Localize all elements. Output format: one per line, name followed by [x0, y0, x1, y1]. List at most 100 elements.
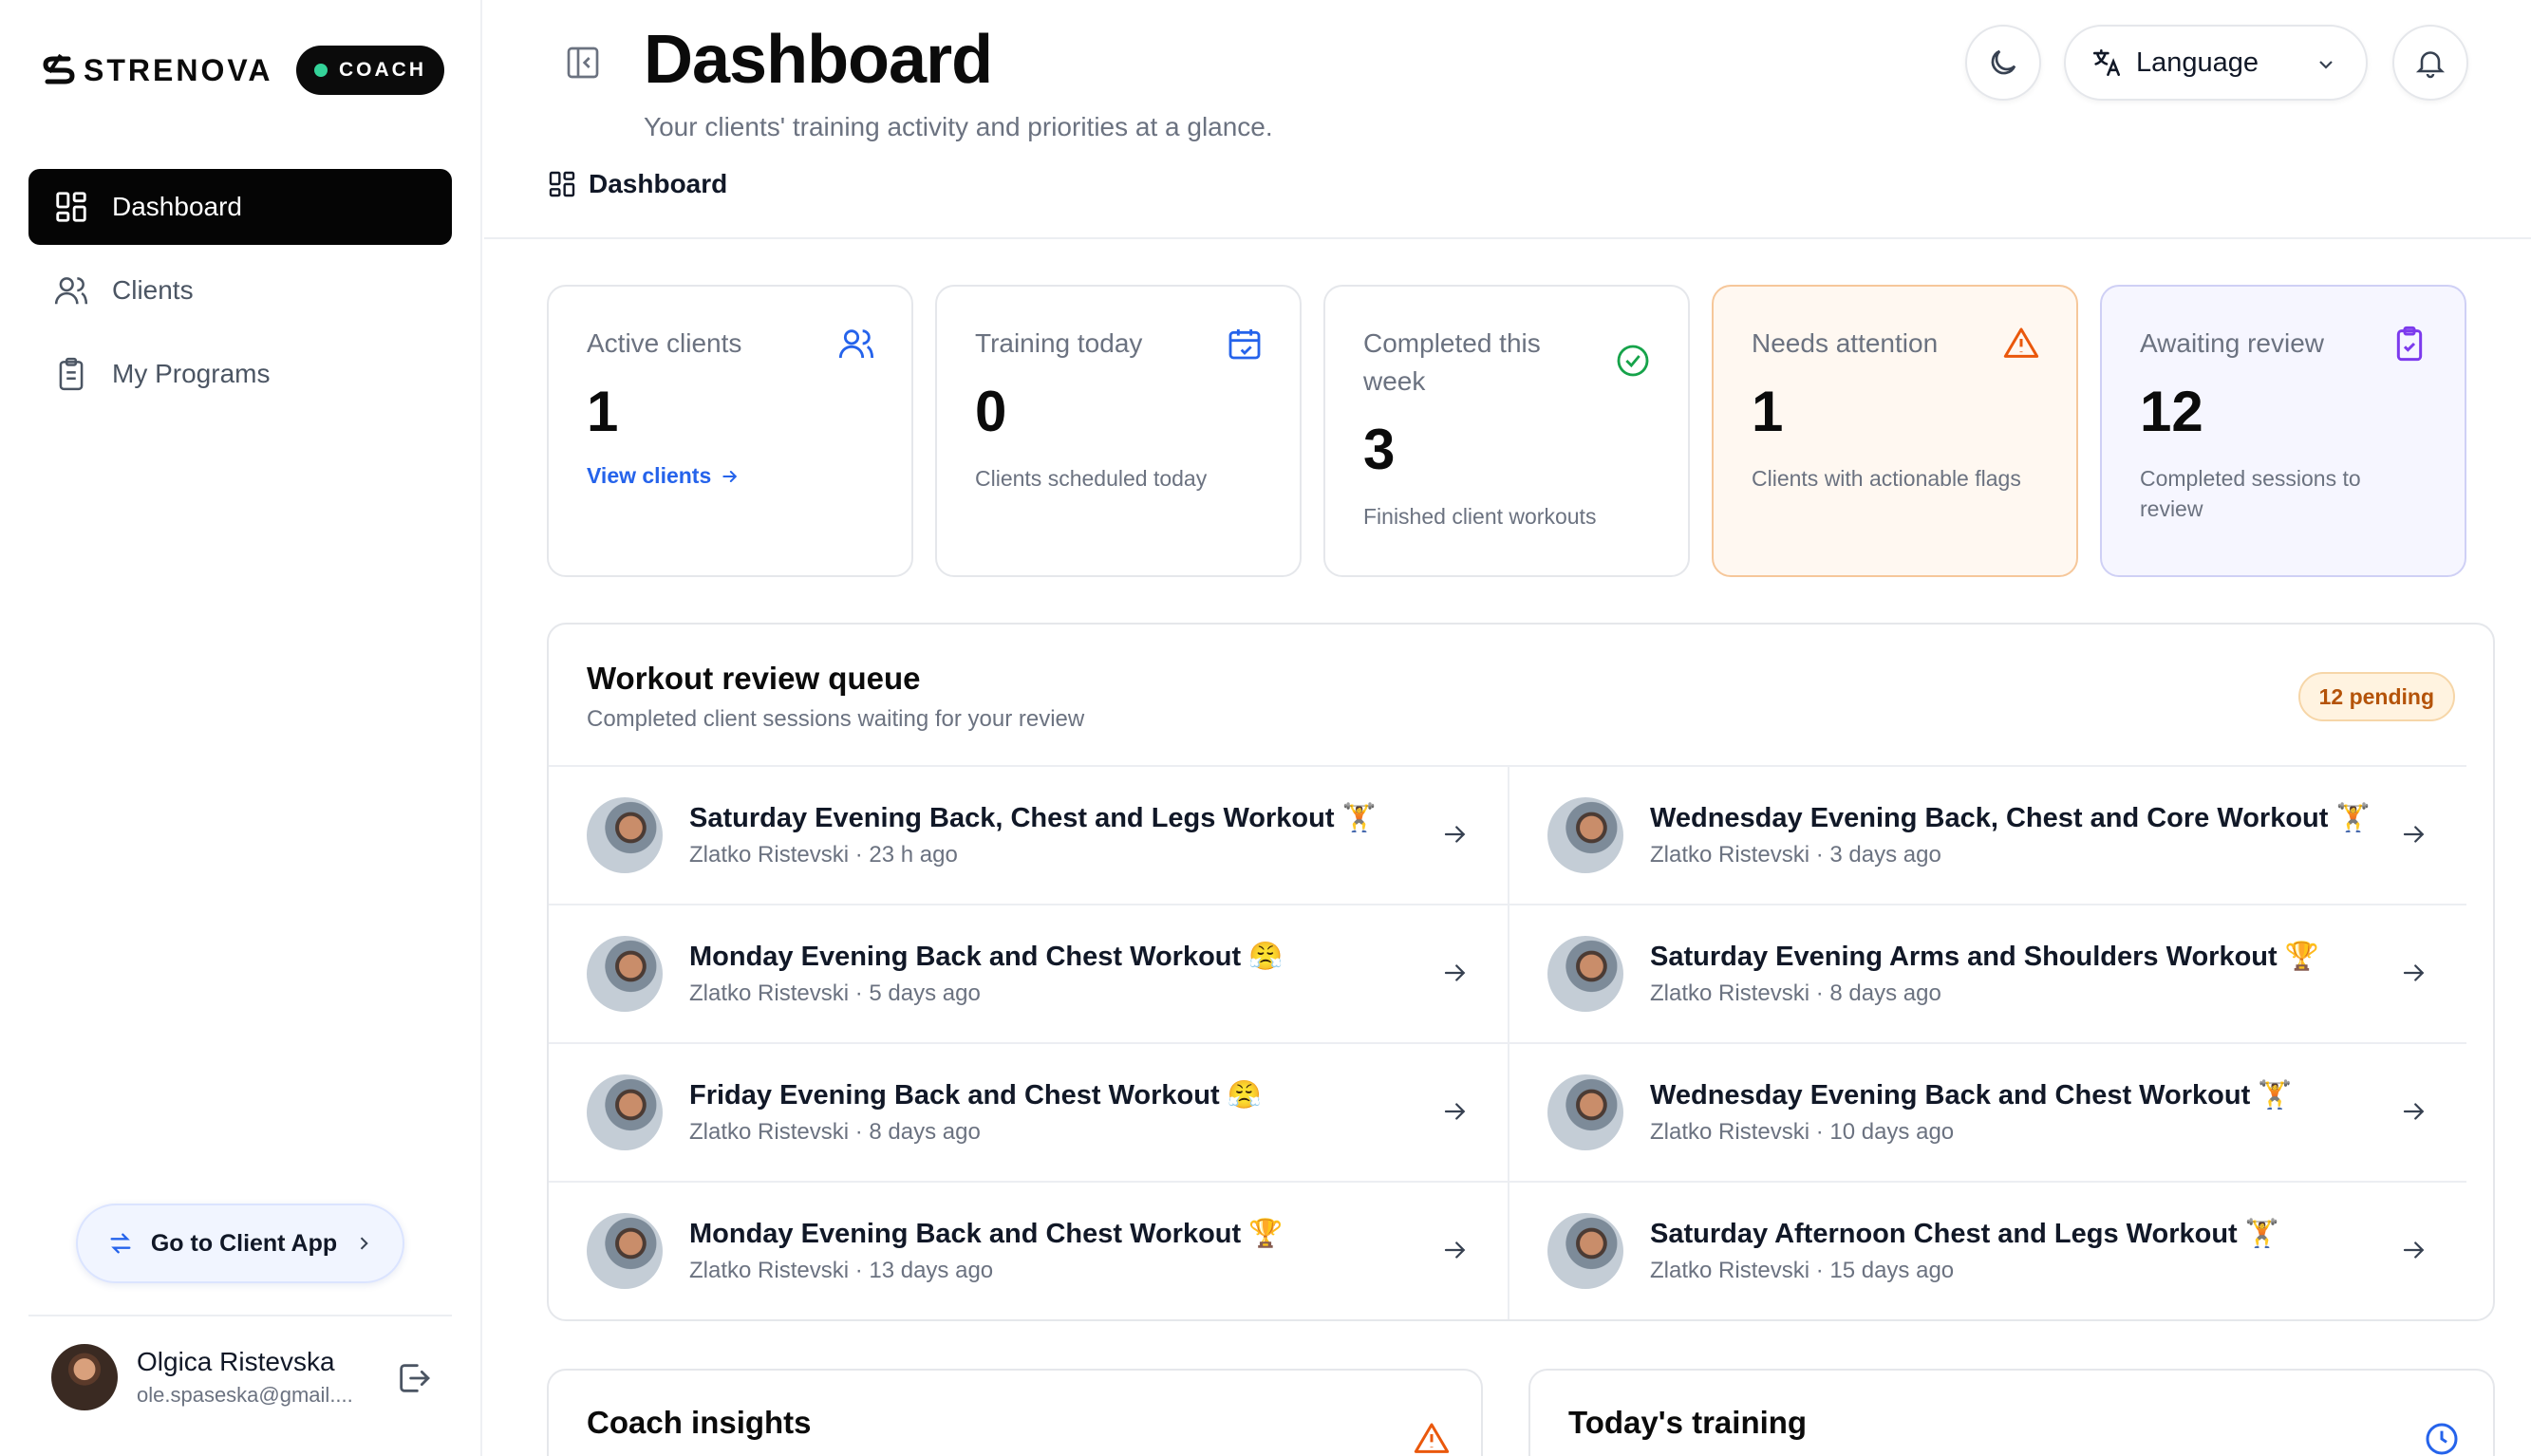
sidebar-item-label: Clients [112, 275, 194, 305]
queue-item[interactable]: Saturday Afternoon Chest and Legs Workou… [1508, 1181, 2466, 1319]
queue-title: Workout review queue [587, 661, 921, 696]
avatar [1547, 1074, 1623, 1150]
status-dot [314, 64, 328, 77]
bell-icon [2415, 51, 2446, 79]
stat-card-completed-this-week: Completed this week 3 Finished client wo… [1323, 285, 1690, 577]
queue-item-time: 8 days ago [869, 1119, 981, 1145]
logout-icon[interactable] [395, 1359, 433, 1397]
queue-item-time: 10 days ago [1829, 1119, 1955, 1145]
queue-item-meta: Zlatko Ristevski · 10 days ago [1650, 1119, 1955, 1145]
queue-item[interactable]: Monday Evening Back and Chest Workout 🏆 … [549, 1181, 1508, 1319]
brand[interactable]: STRENOVA [40, 46, 272, 95]
theme-toggle-button[interactable] [1965, 25, 2041, 101]
avatar [1547, 936, 1623, 1012]
sidebar-item-dashboard[interactable]: Dashboard [28, 169, 452, 245]
user-name: Olgica Ristevska [137, 1347, 335, 1376]
moon-icon [1991, 49, 2016, 75]
view-clients-link[interactable]: View clients [587, 463, 873, 489]
stat-card-needs-attention: Needs attention 1 Clients with actionabl… [1712, 285, 2078, 577]
arrow-right-icon [2403, 826, 2425, 843]
arrow-right-icon [2403, 1103, 2425, 1120]
language-label: Language [2136, 47, 2259, 78]
queue-item-time: 5 days ago [869, 980, 981, 1006]
stat-label: Awaiting review [2140, 328, 2325, 358]
stat-value: 1 [1752, 380, 1784, 443]
check-circle-icon [1617, 345, 1649, 377]
strenova-logo-icon [43, 53, 75, 84]
clipboard-icon [59, 357, 84, 391]
queue-item-time: 23 h ago [869, 842, 958, 868]
queue-item-meta: Zlatko Ristevski · 3 days ago [1650, 842, 1941, 868]
grid-icon [56, 192, 86, 222]
queue-item[interactable]: Wednesday Evening Back, Chest and Core W… [1508, 765, 2466, 904]
sidebar-toggle-icon[interactable] [564, 44, 602, 82]
todays-training-title: Today's training [1568, 1405, 1808, 1440]
queue-item-meta: Zlatko Ristevski · 8 days ago [689, 1119, 981, 1145]
queue-item-client: Zlatko Ristevski [689, 1258, 850, 1283]
coach-badge: COACH [296, 46, 444, 95]
breadcrumb-label: Dashboard [589, 169, 728, 198]
stat-label: Training today [975, 328, 1143, 358]
sidebar: STRENOVA COACH Dashboard Clients My Prog… [0, 0, 482, 1456]
page-title: Dashboard [644, 22, 993, 98]
breadcrumb[interactable]: Dashboard [547, 169, 727, 199]
avatar [587, 1213, 663, 1289]
queue-item-time: 3 days ago [1829, 842, 1941, 868]
language-select[interactable]: Language [2064, 25, 2368, 101]
sidebar-item-label: Dashboard [112, 192, 242, 221]
queue-item-time: 15 days ago [1829, 1258, 1955, 1283]
brand-name: STRENOVA [84, 52, 273, 87]
sidebar-item-label: My Programs [112, 359, 271, 388]
queue-item-title: Saturday Evening Back, Chest and Legs Wo… [689, 803, 1377, 833]
stat-note: Completed sessions to review [2140, 466, 2361, 521]
queue-item-client: Zlatko Ristevski [689, 1119, 850, 1145]
queue-item[interactable]: Saturday Evening Arms and Shoulders Work… [1508, 904, 2466, 1042]
stat-value: 1 [587, 380, 619, 443]
queue-item[interactable]: Friday Evening Back and Chest Workout 😤 … [549, 1042, 1508, 1181]
arrow-right-icon [2403, 1241, 2425, 1259]
queue-item-meta: Zlatko Ristevski · 23 h ago [689, 842, 958, 868]
queue-subtitle: Completed client sessions waiting for yo… [587, 706, 1085, 732]
user-email: ole.spaseska@gmail.... [137, 1383, 353, 1407]
calendar-check-icon [1228, 329, 1261, 360]
sidebar-item-my-programs[interactable]: My Programs [28, 336, 452, 412]
stat-value: 0 [975, 380, 1007, 443]
go-to-client-app-button[interactable]: Go to Client App [76, 1204, 404, 1283]
queue-item-title: Saturday Afternoon Chest and Legs Workou… [1650, 1219, 2279, 1249]
clipboard-check-icon [2396, 326, 2423, 362]
queue-item-title: Saturday Evening Arms and Shoulders Work… [1650, 942, 2319, 972]
queue-item-client: Zlatko Ristevski [1650, 980, 1810, 1006]
arrow-right-icon [722, 470, 738, 482]
sidebar-item-clients[interactable]: Clients [28, 252, 452, 328]
view-clients-label: View clients [587, 463, 712, 488]
notifications-button[interactable] [2392, 25, 2468, 101]
header-divider [484, 237, 2531, 239]
queue-item-client: Zlatko Ristevski [689, 980, 850, 1006]
grid-icon [549, 171, 575, 197]
queue-item-time: 8 days ago [1829, 980, 1941, 1006]
stat-card-active-clients: Active clients 1 View clients [547, 285, 913, 577]
main-content: Dashboard Your clients' training activit… [484, 0, 2531, 1456]
user-profile[interactable]: Olgica Ristevska ole.spaseska@gmail.... [51, 1344, 353, 1410]
stat-value: 12 [2140, 380, 2203, 443]
queue-item[interactable]: Monday Evening Back and Chest Workout 😤 … [549, 904, 1508, 1042]
queue-item-meta: Zlatko Ristevski · 8 days ago [1650, 980, 1941, 1006]
queue-item-client: Zlatko Ristevski [689, 842, 850, 868]
queue-item-title: Monday Evening Back and Chest Workout 😤 [689, 942, 1284, 972]
avatar [587, 797, 663, 873]
go-to-client-app-label: Go to Client App [150, 1229, 338, 1257]
workout-review-queue: Workout review queue Completed client se… [547, 623, 2495, 1321]
sidebar-nav: Dashboard Clients My Programs [28, 169, 452, 420]
coach-insights-title: Coach insights [587, 1405, 812, 1440]
warning-icon [2003, 327, 2039, 358]
avatar [1547, 797, 1623, 873]
todays-training-card: Today's training [1528, 1369, 2495, 1456]
avatar [587, 1074, 663, 1150]
stat-label: Needs attention [1752, 328, 1939, 358]
queue-item-meta: Zlatko Ristevski · 13 days ago [689, 1258, 994, 1283]
page-subtitle: Your clients' training activity and prio… [644, 112, 1273, 141]
queue-item[interactable]: Wednesday Evening Back and Chest Workout… [1508, 1042, 2466, 1181]
stat-card-awaiting-review: Awaiting review 12 Completed sessions to… [2100, 285, 2466, 577]
queue-item[interactable]: Saturday Evening Back, Chest and Legs Wo… [549, 765, 1508, 904]
sidebar-divider [28, 1315, 452, 1316]
